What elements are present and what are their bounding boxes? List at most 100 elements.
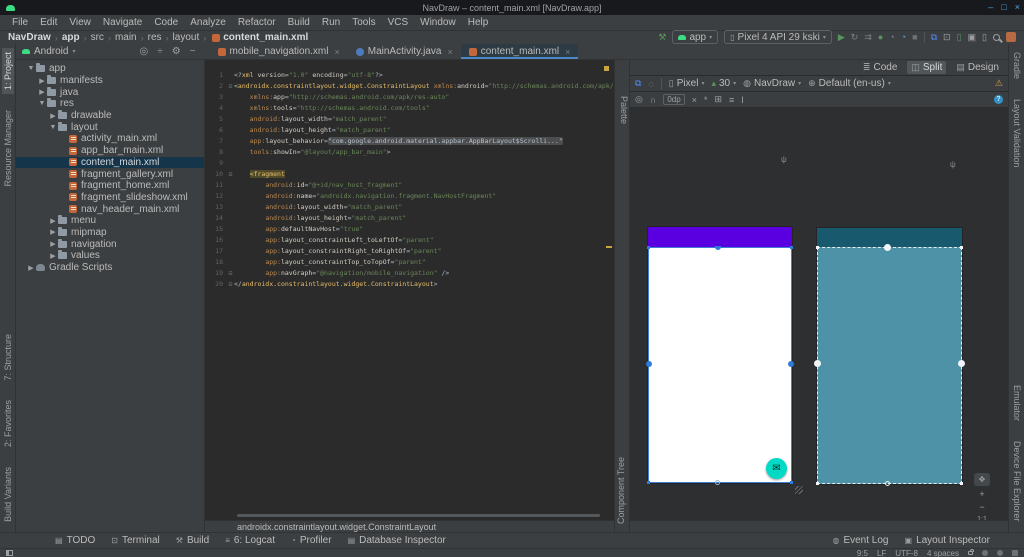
maximize-button[interactable]: □ xyxy=(1001,0,1006,15)
tool-stripe-layout-validation[interactable]: Layout Validation xyxy=(1011,95,1023,171)
code-line[interactable]: 10⊟ <fragment xyxy=(205,169,607,180)
tool-window-button-build[interactable]: ⚒Build xyxy=(176,535,209,546)
fold-marker-icon[interactable]: ⊟ xyxy=(227,81,234,92)
warning-icon[interactable]: ⚠ xyxy=(995,78,1003,89)
design-blueprint-toggle-icon[interactable]: ⧉ xyxy=(635,78,641,89)
zoom-in-button[interactable]: + xyxy=(979,489,984,499)
code-line[interactable]: 15 app:defaultNavHost="true" xyxy=(205,224,607,235)
profiler-icon[interactable]: ◔ xyxy=(901,30,906,44)
indent-setting[interactable]: 4 spaces xyxy=(927,549,959,557)
attach-device-icon[interactable]: ▯ xyxy=(982,30,987,44)
menu-analyze[interactable]: Analyze xyxy=(184,16,232,29)
notifications-icon[interactable] xyxy=(1012,550,1018,556)
menu-view[interactable]: View xyxy=(63,16,97,29)
avd-manager-icon[interactable]: ▯ xyxy=(957,30,962,44)
baseline-icon[interactable]: I xyxy=(741,95,744,105)
close-icon[interactable]: × xyxy=(447,47,452,57)
breadcrumb-file[interactable]: content_main.xml xyxy=(223,32,308,43)
tool-window-toggle-icon[interactable] xyxy=(6,550,13,556)
tree-item-fragment-slideshow-xml[interactable]: fragment_slideshow.xml xyxy=(16,192,204,204)
tool-stripe-device-file-explorer[interactable]: Device File Explorer xyxy=(1011,437,1023,526)
settings-icon[interactable]: ⚙ xyxy=(172,46,181,57)
tree-arrow-icon[interactable]: ▶ xyxy=(48,112,58,120)
pan-tool-button[interactable]: ✥ xyxy=(974,473,990,486)
code-line[interactable]: 2⊟<androidx.constraintlayout.widget.Cons… xyxy=(205,81,607,92)
tree-item-content-main-xml[interactable]: content_main.xml xyxy=(16,157,204,169)
device-selector[interactable]: ▯Pixel 4 API 29 kski▾ xyxy=(724,30,832,44)
status-indicator-icon[interactable] xyxy=(982,550,988,556)
constraint-anchor-right[interactable] xyxy=(958,360,965,367)
status-indicator-icon[interactable] xyxy=(997,550,1003,556)
clear-constraints-icon[interactable]: × xyxy=(692,95,697,105)
constraint-anchor-right[interactable] xyxy=(788,361,794,367)
tree-item-fragment-home-xml[interactable]: fragment_home.xml xyxy=(16,180,204,192)
run-config-selector[interactable]: app▾ xyxy=(672,30,718,44)
menu-code[interactable]: Code xyxy=(148,16,184,29)
breadcrumb-item[interactable]: src xyxy=(91,32,104,43)
tree-item-java[interactable]: ▶java xyxy=(16,86,204,98)
fold-marker-icon[interactable]: ⊟ xyxy=(227,169,234,180)
build-hammer-icon[interactable]: ⚒ xyxy=(658,30,666,44)
help-icon[interactable]: ? xyxy=(994,95,1003,104)
inspection-status-icon[interactable] xyxy=(604,66,609,71)
code-editor[interactable]: 1<?xml version="1.0" encoding="utf-8"?>2… xyxy=(205,60,614,520)
locate-file-icon[interactable]: ◎ xyxy=(139,46,148,57)
tree-arrow-icon[interactable]: ▶ xyxy=(48,240,58,248)
code-line[interactable]: 17 app:layout_constraintRight_toRightOf=… xyxy=(205,246,607,257)
project-view-selector[interactable]: Android ▾ xyxy=(16,44,83,59)
menu-navigate[interactable]: Navigate xyxy=(97,16,148,29)
api-selector[interactable]: ▴30▾ xyxy=(711,78,736,89)
breadcrumb-item[interactable]: res xyxy=(148,32,162,43)
view-options-icon[interactable]: ◎ xyxy=(635,94,643,105)
constraint-anchor-left[interactable] xyxy=(814,360,821,367)
palette-tab[interactable]: Palette xyxy=(615,92,630,128)
mode-tab-code[interactable]: ≣Code xyxy=(859,61,901,74)
tree-item-app-bar-main-xml[interactable]: app_bar_main.xml xyxy=(16,145,204,157)
menu-window[interactable]: Window xyxy=(414,16,462,29)
tree-item-layout[interactable]: ▼layout xyxy=(16,121,204,133)
code-line[interactable]: 4 xmlns:tools="http://schemas.android.co… xyxy=(205,103,607,114)
tool-stripe-2-favorites[interactable]: 2: Favorites xyxy=(2,396,14,451)
tree-item-app[interactable]: ▼app xyxy=(16,63,204,75)
code-line[interactable]: 1<?xml version="1.0" encoding="utf-8"?> xyxy=(205,70,607,81)
tool-window-button-event-log[interactable]: ◍Event Log xyxy=(832,535,888,546)
tree-item-nav-header-main-xml[interactable]: nav_header_main.xml xyxy=(16,203,204,215)
stop-icon[interactable]: ■ xyxy=(912,30,917,44)
menu-build[interactable]: Build xyxy=(282,16,316,29)
apply-code-changes-icon[interactable]: ⇉ xyxy=(864,30,872,44)
breadcrumb-item[interactable]: layout xyxy=(173,32,200,43)
logcat-window-icon[interactable]: ⊡ xyxy=(943,30,951,44)
minimize-button[interactable]: – xyxy=(988,0,993,15)
tree-item-navigation[interactable]: ▶navigation xyxy=(16,238,204,250)
tool-window-button-database-inspector[interactable]: ▤Database Inspector xyxy=(348,535,446,546)
menu-help[interactable]: Help xyxy=(462,16,495,29)
file-encoding[interactable]: UTF-8 xyxy=(895,549,918,557)
tool-window-button-profiler[interactable]: ◔Profiler xyxy=(291,535,332,546)
code-line[interactable]: 13 android:layout_width="match_parent" xyxy=(205,202,607,213)
tool-stripe-7-structure[interactable]: 7: Structure xyxy=(2,330,14,385)
tool-window-button-todo[interactable]: ▤TODO xyxy=(55,535,95,546)
tree-item-res[interactable]: ▼res xyxy=(16,98,204,110)
sdk-manager-icon[interactable]: ▣ xyxy=(968,30,977,44)
collapse-all-icon[interactable]: ÷ xyxy=(157,46,163,57)
menu-tools[interactable]: Tools xyxy=(346,16,381,29)
tree-item-gradle-scripts[interactable]: ▶Gradle Scripts xyxy=(16,262,204,274)
code-line[interactable]: 7 app:layout_behavior="com.google.androi… xyxy=(205,136,607,147)
close-button[interactable]: × xyxy=(1015,0,1020,15)
tree-arrow-icon[interactable]: ▼ xyxy=(26,65,36,72)
xml-breadcrumb[interactable]: androidx.constraintlayout.widget.Constra… xyxy=(237,522,436,532)
code-line[interactable]: 18 app:layout_constraintTop_toTopOf="par… xyxy=(205,257,607,268)
blueprint-preview[interactable] xyxy=(817,228,962,484)
line-ending[interactable]: LF xyxy=(877,549,886,557)
menu-run[interactable]: Run xyxy=(316,16,346,29)
tree-arrow-icon[interactable]: ▶ xyxy=(48,228,58,236)
mode-tab-split[interactable]: ◫Split xyxy=(907,61,946,74)
code-line[interactable]: 19⊟ app:navGraph="@navigation/mobile_nav… xyxy=(205,268,607,279)
editor-tab-content_main.xml[interactable]: content_main.xml× xyxy=(461,44,579,59)
fold-marker-icon[interactable]: ⊟ xyxy=(227,279,234,290)
code-line[interactable]: 20⊟</androidx.constraintlayout.widget.Co… xyxy=(205,279,607,290)
menu-file[interactable]: File xyxy=(6,16,34,29)
code-line[interactable]: 9 xyxy=(205,158,607,169)
fab-button[interactable]: ✉ xyxy=(766,458,787,479)
constraint-anchor-bottom[interactable] xyxy=(885,481,890,486)
